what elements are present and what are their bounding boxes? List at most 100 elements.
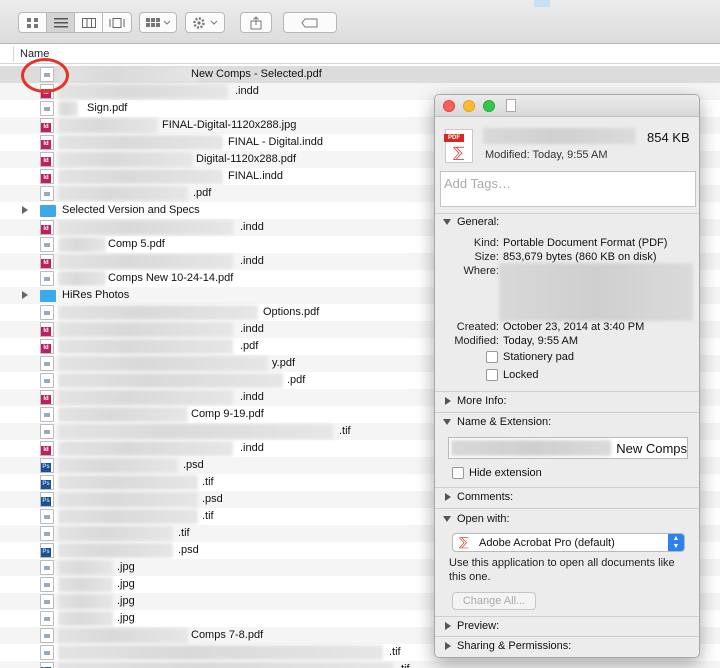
file-name: .tif [339,425,351,437]
view-mode-segmented-control[interactable] [18,12,132,33]
icon-view-button[interactable] [19,13,47,32]
close-button[interactable] [443,100,455,112]
column-header[interactable]: Name [0,44,720,64]
indd-file-icon [40,152,54,167]
change-all-button[interactable]: Change All... [452,592,536,610]
minimize-button[interactable] [463,100,475,112]
indd-file-icon [40,135,54,150]
file-name: FINAL-Digital-1120x288.jpg [162,119,297,131]
zoom-button[interactable] [483,100,495,112]
more-info-section-toggle[interactable]: More Info: [443,395,507,407]
redacted-filename [483,128,635,144]
get-info-window: PDF ⅀ 854 KB Modified: Today, 9:55 AM Ad… [434,94,700,658]
redacted-filename [58,356,268,371]
indd-file-icon [40,169,54,184]
redacted-filename [58,543,173,558]
file-name: .psd [202,493,223,505]
red-circle-annotation [21,58,69,93]
action-button[interactable] [185,12,225,33]
pdf-file-icon [40,407,54,422]
indd-file-icon [40,322,54,337]
file-name: FINAL.indd [228,170,284,182]
columns-icon [81,17,96,28]
share-icon [250,15,262,29]
open-with-section-toggle[interactable]: Open with: [443,513,510,525]
column-view-button[interactable] [75,13,103,32]
indd-file-icon [40,220,54,235]
pdf-file-icon [40,271,54,286]
disclosure-right-icon [445,493,451,502]
redacted-filename [58,271,106,286]
acrobat-icon: ⅀ [459,535,469,549]
hide-extension-checkbox[interactable] [452,467,464,479]
stationery-checkbox[interactable] [486,351,498,363]
folder-file-icon [40,205,56,217]
indd-file-icon [40,441,54,456]
disclosure-triangle-icon[interactable] [22,291,28,299]
file-name: .indd [240,255,264,267]
folder-file-icon [40,290,56,302]
redacted-filename [58,322,233,337]
pdf-file-icon [40,186,54,201]
locked-checkbox[interactable] [486,369,498,381]
disclosure-triangle-icon[interactable] [22,206,28,214]
file-size: 854 KB [647,130,690,145]
psd-file-icon [40,662,54,668]
pdf-file-icon: PDF ⅀ [444,129,473,163]
file-name: Digital-1120x288.pdf [196,153,297,165]
tags-field[interactable]: Add Tags… [440,171,696,207]
pdf-file-icon [40,373,54,388]
select-stepper-icon: ▲ ▼ [668,534,684,551]
redacted-filename [58,220,233,235]
comments-section-toggle[interactable]: Comments: [443,491,513,503]
general-section-toggle[interactable]: General: [443,216,499,228]
icon-grid-icon [26,17,38,28]
tags-button[interactable] [283,12,337,33]
pdf-file-icon [40,560,54,575]
redacted-filename [58,186,188,201]
file-name: .pdf [287,374,306,386]
indd-file-icon [40,390,54,405]
redacted-filename [58,458,178,473]
file-name: HiRes Photos [62,289,130,301]
redacted-filename [58,67,198,82]
coverflow-icon [109,17,125,28]
redacted-filename [58,152,193,167]
info-titlebar [435,95,699,117]
file-row[interactable]: New Comps - Selected.pdf [0,66,720,83]
redacted-filename [58,509,198,524]
list-view-button[interactable] [47,13,75,32]
disclosure-right-icon [445,397,451,406]
preview-section-toggle[interactable]: Preview: [443,620,499,632]
arrange-button[interactable] [139,12,177,33]
redacted-filename [58,475,198,490]
pdf-file-icon [40,356,54,371]
share-button[interactable] [240,12,272,33]
file-name: .indd [240,221,264,233]
file-name: .jpg [117,561,135,573]
redacted-filename [58,373,283,388]
kind-value: Portable Document Format (PDF) [503,237,668,249]
redacted-filename [58,594,113,609]
redacted-filename [58,390,233,405]
name-field[interactable]: New Comps [448,437,688,459]
name-extension-section-toggle[interactable]: Name & Extension: [443,416,551,428]
redacted-filename [58,645,383,660]
pdf-file-icon [40,526,54,541]
file-row[interactable]: .tif [0,661,720,668]
document-proxy-icon[interactable] [506,99,516,112]
pdf-file-icon [40,237,54,252]
coverflow-view-button[interactable] [103,13,131,32]
file-name: FINAL - Digital.indd [228,136,323,148]
pdf-file-icon [40,594,54,609]
file-name: y.pdf [272,357,296,369]
pdf-file-icon [40,611,54,626]
open-with-select[interactable]: ⅀ Adobe Acrobat Pro (default) ▲ ▼ [452,533,685,552]
psd-file-icon [40,458,54,473]
redacted-filename [58,526,173,541]
sharing-section-toggle[interactable]: Sharing & Permissions: [443,640,571,652]
psd-file-icon [40,475,54,490]
file-name: Sign.pdf [87,102,128,114]
file-name: .psd [183,459,204,471]
pdf-file-icon [40,628,54,643]
